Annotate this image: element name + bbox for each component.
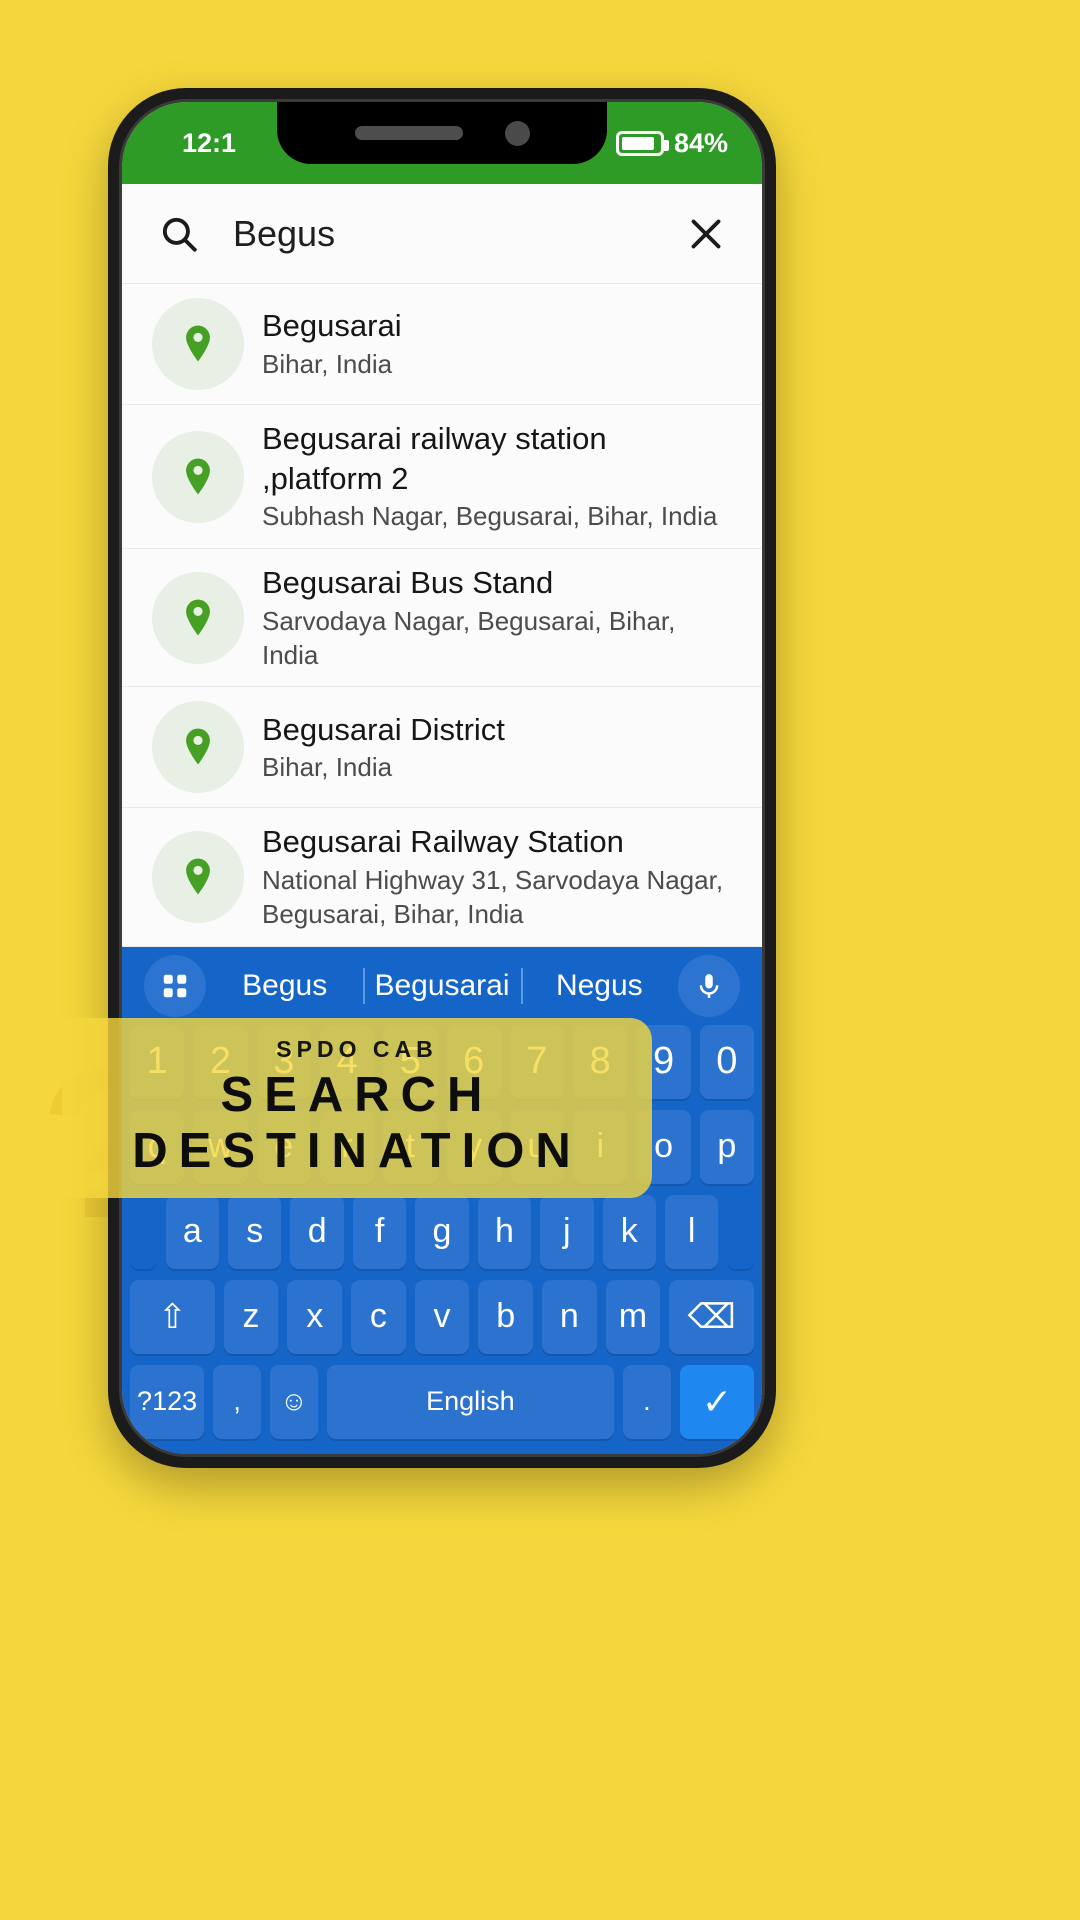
location-pin-icon <box>152 701 244 794</box>
result-subtitle: Bihar, India <box>262 752 393 783</box>
location-pin-icon <box>152 298 244 390</box>
search-icon <box>158 213 200 255</box>
battery-percent: 84% <box>673 127 728 158</box>
result-title: Begusarai railway station ,platform 2 <box>262 421 607 496</box>
promo-line-2: DESTINATION <box>132 1124 582 1179</box>
result-subtitle: National Highway 31, Sarvodaya Nagar, Be… <box>262 865 724 929</box>
suggestion-item[interactable]: Begus <box>206 969 363 1003</box>
earpiece-speaker <box>354 126 463 140</box>
location-pin-icon <box>152 831 244 924</box>
keyboard-switcher-icon[interactable] <box>144 954 206 1017</box>
row-spacer-left <box>130 1195 157 1269</box>
comma-key[interactable]: , <box>213 1364 262 1439</box>
promo-banner-content: SPDO CAB SEARCH DESTINATION <box>62 1018 652 1198</box>
result-subtitle: Sarvodaya Nagar, Begusarai, Bihar, India <box>262 605 676 670</box>
list-item[interactable]: Begusarai District Bihar, India <box>122 687 762 809</box>
key-d[interactable]: d <box>290 1194 344 1269</box>
key-n[interactable]: n <box>541 1279 597 1354</box>
promo-kicker: SPDO CAB <box>276 1036 438 1063</box>
key-j[interactable]: j <box>540 1194 594 1269</box>
suggestion-item[interactable]: Begusarai <box>363 969 520 1003</box>
suggestion-item[interactable]: Negus <box>521 969 678 1003</box>
list-item[interactable]: Begusarai Bus Stand Sarvodaya Nagar, Beg… <box>122 549 762 688</box>
row-spacer-right <box>727 1195 754 1269</box>
result-text: Begusarai Bihar, India <box>262 306 732 381</box>
result-text: Begusarai Railway Station National Highw… <box>262 822 732 931</box>
list-item[interactable]: Begusarai railway station ,platform 2 Su… <box>122 405 762 550</box>
emoji-key[interactable]: ☺ <box>270 1364 318 1439</box>
result-text: Begusarai Bus Stand Sarvodaya Nagar, Beg… <box>262 563 732 672</box>
display-notch <box>277 102 607 164</box>
key-f[interactable]: f <box>352 1194 407 1269</box>
keyboard-row-function: ?123 , ☺ English . ✓ <box>122 1364 762 1450</box>
front-camera <box>504 120 530 146</box>
status-time: 12:1 <box>182 127 237 158</box>
key-b[interactable]: b <box>478 1279 533 1354</box>
search-input[interactable]: Begus <box>233 213 686 255</box>
phone-frame: 12:1 84% Begus Begusarai Bihar, India Be… <box>108 88 776 1468</box>
backspace-key[interactable]: ⌫ <box>669 1279 755 1354</box>
enter-key[interactable]: ✓ <box>679 1364 754 1439</box>
list-item[interactable]: Begusarai Bihar, India <box>122 284 762 405</box>
result-title: Begusarai Bus Stand <box>262 565 554 601</box>
key-g[interactable]: g <box>415 1194 469 1269</box>
result-text: Begusarai District Bihar, India <box>262 710 732 785</box>
phone-inner: 12:1 84% Begus Begusarai Bihar, India Be… <box>119 99 765 1457</box>
result-title: Begusarai <box>262 308 402 344</box>
result-title: Begusarai District <box>262 711 505 747</box>
shift-key[interactable]: ⇧ <box>129 1279 215 1354</box>
result-title: Begusarai Railway Station <box>262 824 624 860</box>
location-pin-icon <box>152 430 244 523</box>
key-a[interactable]: a <box>165 1194 220 1269</box>
battery-icon <box>615 130 669 156</box>
key-z[interactable]: z <box>223 1279 279 1354</box>
key-s[interactable]: s <box>228 1194 282 1269</box>
key-l[interactable]: l <box>664 1194 719 1269</box>
keyboard-row-bottom: ⇧ z x c v b n m ⌫ <box>122 1279 762 1365</box>
key-k[interactable]: k <box>602 1194 656 1269</box>
keyboard-row-home: a s d f g h j k l <box>122 1194 762 1280</box>
key-m[interactable]: m <box>605 1279 661 1354</box>
search-bar[interactable]: Begus <box>122 184 762 284</box>
suggestion-words: Begus Begusarai Negus <box>206 969 678 1003</box>
suggestion-bar: Begus Begusarai Negus <box>122 947 762 1025</box>
promo-line-1: SEARCH <box>220 1068 494 1123</box>
microphone-icon[interactable] <box>678 954 740 1017</box>
key-0[interactable]: 0 <box>699 1024 754 1099</box>
key-h[interactable]: h <box>477 1194 532 1269</box>
location-pin-icon <box>152 571 244 664</box>
promo-banner: SPDO CAB SEARCH DESTINATION <box>62 1018 652 1198</box>
close-icon[interactable] <box>686 214 726 254</box>
symbols-key[interactable]: ?123 <box>130 1364 205 1439</box>
key-v[interactable]: v <box>414 1279 470 1354</box>
result-subtitle: Bihar, India <box>262 348 393 379</box>
phone-screen: 12:1 84% Begus Begusarai Bihar, India Be… <box>122 102 762 1454</box>
result-subtitle: Subhash Nagar, Begusarai, Bihar, India <box>262 501 718 532</box>
key-c[interactable]: c <box>351 1279 406 1354</box>
status-right-group: 84% <box>615 127 728 159</box>
key-p[interactable]: p <box>699 1109 754 1184</box>
search-results-list: Begusarai Bihar, India Begusarai railway… <box>122 284 762 947</box>
android-navigation-bar: ≡ □ ▽ <box>122 1449 762 1454</box>
result-text: Begusarai railway station ,platform 2 Su… <box>262 419 732 534</box>
space-key[interactable]: English <box>326 1364 614 1439</box>
period-key[interactable]: . <box>622 1364 671 1439</box>
list-item[interactable]: Begusarai Railway Station National Highw… <box>122 808 762 947</box>
key-x[interactable]: x <box>287 1279 343 1354</box>
